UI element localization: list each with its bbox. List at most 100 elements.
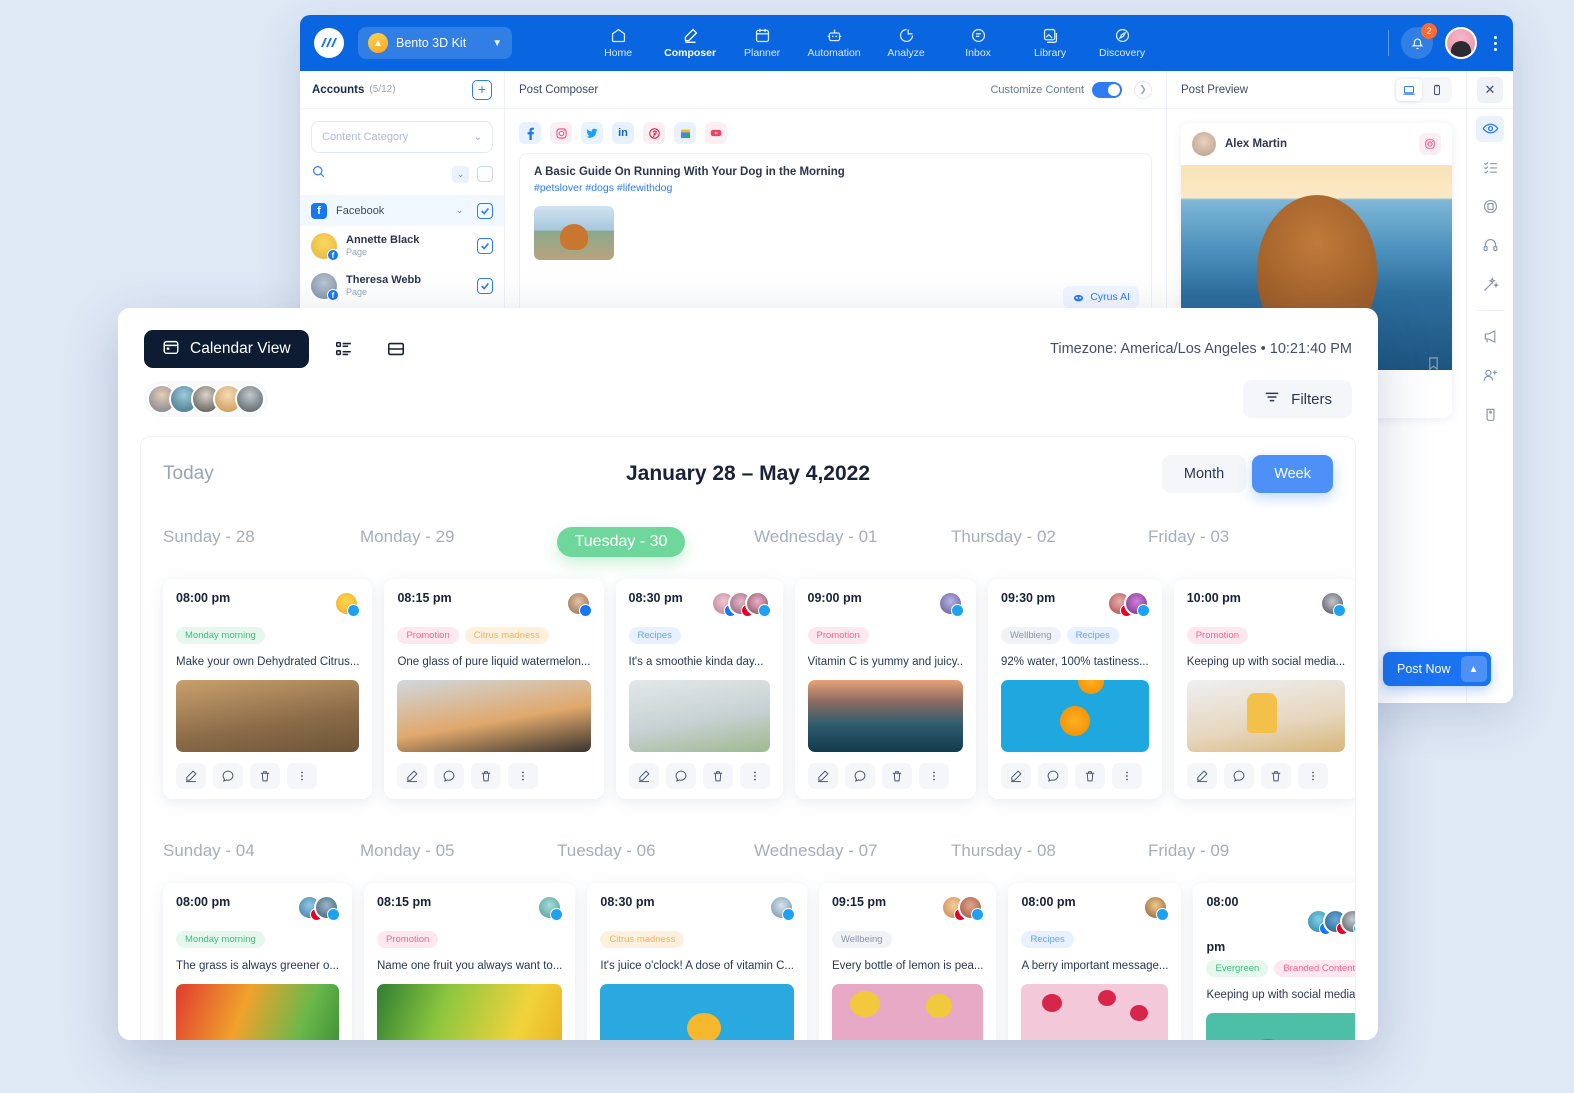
event-card[interactable]: 08:15 pm Promotion Name one fruit you al… [364, 883, 575, 1040]
event-card[interactable]: 08:00 pm Monday morning Make your own De… [163, 579, 372, 799]
delete-icon[interactable] [1075, 763, 1105, 789]
split-view-icon[interactable] [379, 332, 413, 366]
youtube-icon[interactable] [705, 122, 727, 144]
event-card[interactable]: 08:15 pm Promotion Citrus madness One gl… [384, 579, 603, 799]
more-icon[interactable] [287, 763, 317, 789]
more-icon[interactable] [508, 763, 538, 789]
event-image[interactable] [1206, 1013, 1356, 1040]
nav-item-inbox[interactable]: Inbox [942, 27, 1014, 59]
event-card[interactable]: 10:00 pm Promotion Keeping up with socia… [1174, 579, 1356, 799]
week-view-button[interactable]: Week [1252, 455, 1333, 493]
account-checkbox[interactable] [477, 238, 493, 254]
filters-button[interactable]: Filters [1243, 380, 1352, 418]
comment-icon[interactable] [845, 763, 875, 789]
event-image[interactable] [176, 680, 359, 752]
nav-item-library[interactable]: Library [1014, 27, 1086, 59]
comment-icon[interactable] [666, 763, 696, 789]
team-avatar-stack[interactable] [144, 381, 268, 417]
nav-item-automation[interactable]: Automation [798, 27, 870, 59]
facebook-icon[interactable] [519, 122, 541, 144]
comment-icon[interactable] [1224, 763, 1254, 789]
composer-editor[interactable]: A Basic Guide On Running With Your Dog i… [519, 153, 1152, 321]
account-group-facebook[interactable]: f Facebook ⌄ [300, 195, 504, 226]
edit-icon[interactable] [1187, 763, 1217, 789]
workspace-selector[interactable]: ▲ Bento 3D Kit ▼ [358, 27, 512, 59]
comment-icon[interactable] [434, 763, 464, 789]
customize-content-toggle[interactable] [1092, 82, 1122, 98]
delete-icon[interactable] [250, 763, 280, 789]
notifications-button[interactable]: 2 [1401, 27, 1433, 59]
nav-item-discovery[interactable]: Discovery [1086, 27, 1158, 59]
delete-icon[interactable] [703, 763, 733, 789]
event-image[interactable] [176, 984, 339, 1040]
more-icon[interactable] [1298, 763, 1328, 789]
pinterest-icon[interactable] [643, 122, 665, 144]
event-image[interactable] [629, 680, 770, 752]
comment-icon[interactable] [213, 763, 243, 789]
chevron-down-icon[interactable]: ⌄ [452, 166, 469, 183]
event-image[interactable] [397, 680, 590, 752]
rail-item-checklist[interactable] [1467, 148, 1513, 187]
event-image[interactable] [1187, 680, 1346, 752]
chevron-up-icon[interactable]: ▲ [1461, 656, 1487, 682]
chevron-down-icon[interactable]: ⌄ [451, 202, 468, 219]
list-view-icon[interactable] [327, 332, 361, 366]
edit-icon[interactable] [1001, 763, 1031, 789]
nav-item-analyze[interactable]: Analyze [870, 27, 942, 59]
content-category-select[interactable]: Content Category ⌄ [311, 121, 493, 153]
event-card[interactable]: 09:30 pm Wellbieng Recipes 92% water, 10… [988, 579, 1162, 799]
event-card[interactable]: 08:00 pm Monday morning The grass is alw… [163, 883, 352, 1040]
instagram-icon[interactable] [550, 122, 572, 144]
more-vertical-icon[interactable] [1489, 36, 1501, 51]
edit-icon[interactable] [629, 763, 659, 789]
rail-item-document[interactable] [1467, 187, 1513, 226]
avatar[interactable] [235, 384, 265, 414]
comment-icon[interactable] [1038, 763, 1068, 789]
edit-icon[interactable] [176, 763, 206, 789]
chevron-right-icon[interactable]: ❯ [1134, 81, 1152, 99]
desktop-icon[interactable] [1396, 79, 1422, 101]
edit-icon[interactable] [397, 763, 427, 789]
nav-item-planner[interactable]: Planner [726, 27, 798, 59]
rail-item-add-user[interactable] [1467, 356, 1513, 395]
event-image[interactable] [1001, 680, 1149, 752]
rail-item-tag[interactable] [1467, 395, 1513, 434]
search-icon[interactable] [311, 164, 326, 184]
event-image[interactable] [377, 984, 562, 1040]
mobile-icon[interactable] [1424, 79, 1450, 101]
event-image[interactable] [832, 984, 984, 1040]
edit-icon[interactable] [808, 763, 838, 789]
event-card[interactable]: 08:30 pm Citrus madness It's juice o'clo… [587, 883, 807, 1040]
post-now-button[interactable]: Post Now ▲ [1383, 652, 1491, 686]
linkedin-icon[interactable]: in [612, 122, 634, 144]
month-view-button[interactable]: Month [1162, 455, 1246, 493]
account-row[interactable]: f Annette Black Page [300, 226, 504, 266]
bookmark-icon[interactable] [1427, 356, 1440, 376]
rail-item-eye[interactable] [1467, 109, 1513, 148]
rail-item-magic[interactable] [1467, 265, 1513, 304]
account-row[interactable]: f Theresa Webb Page [300, 266, 504, 306]
more-icon[interactable] [740, 763, 770, 789]
twitter-icon[interactable] [581, 122, 603, 144]
google-business-icon[interactable] [674, 122, 696, 144]
avatar[interactable] [1445, 27, 1477, 59]
rail-item-headset[interactable] [1467, 226, 1513, 265]
delete-icon[interactable] [882, 763, 912, 789]
event-card[interactable]: 08:00 pm Recipes A berry important messa… [1008, 883, 1181, 1040]
event-image[interactable] [600, 984, 794, 1040]
event-card[interactable]: 08:30 pm Recipes It's a smoothie kinda d… [616, 579, 783, 799]
group-checkbox[interactable] [477, 203, 493, 219]
post-attachment-image[interactable] [534, 206, 614, 260]
more-icon[interactable] [1112, 763, 1142, 789]
add-account-button[interactable]: + [472, 80, 492, 100]
event-card[interactable]: 08:00 pm Evergreen Branded Content Keepi… [1193, 883, 1356, 1040]
event-card[interactable]: 09:00 pm Promotion Vitamin C is yummy an… [795, 579, 977, 799]
rail-item-megaphone[interactable] [1467, 317, 1513, 356]
today-button[interactable]: Today [163, 463, 214, 485]
close-icon[interactable]: ✕ [1477, 77, 1503, 103]
event-image[interactable] [1021, 984, 1168, 1040]
delete-icon[interactable] [471, 763, 501, 789]
more-icon[interactable] [919, 763, 949, 789]
select-all-checkbox[interactable] [477, 166, 493, 182]
wave-logo-icon[interactable] [314, 28, 344, 58]
